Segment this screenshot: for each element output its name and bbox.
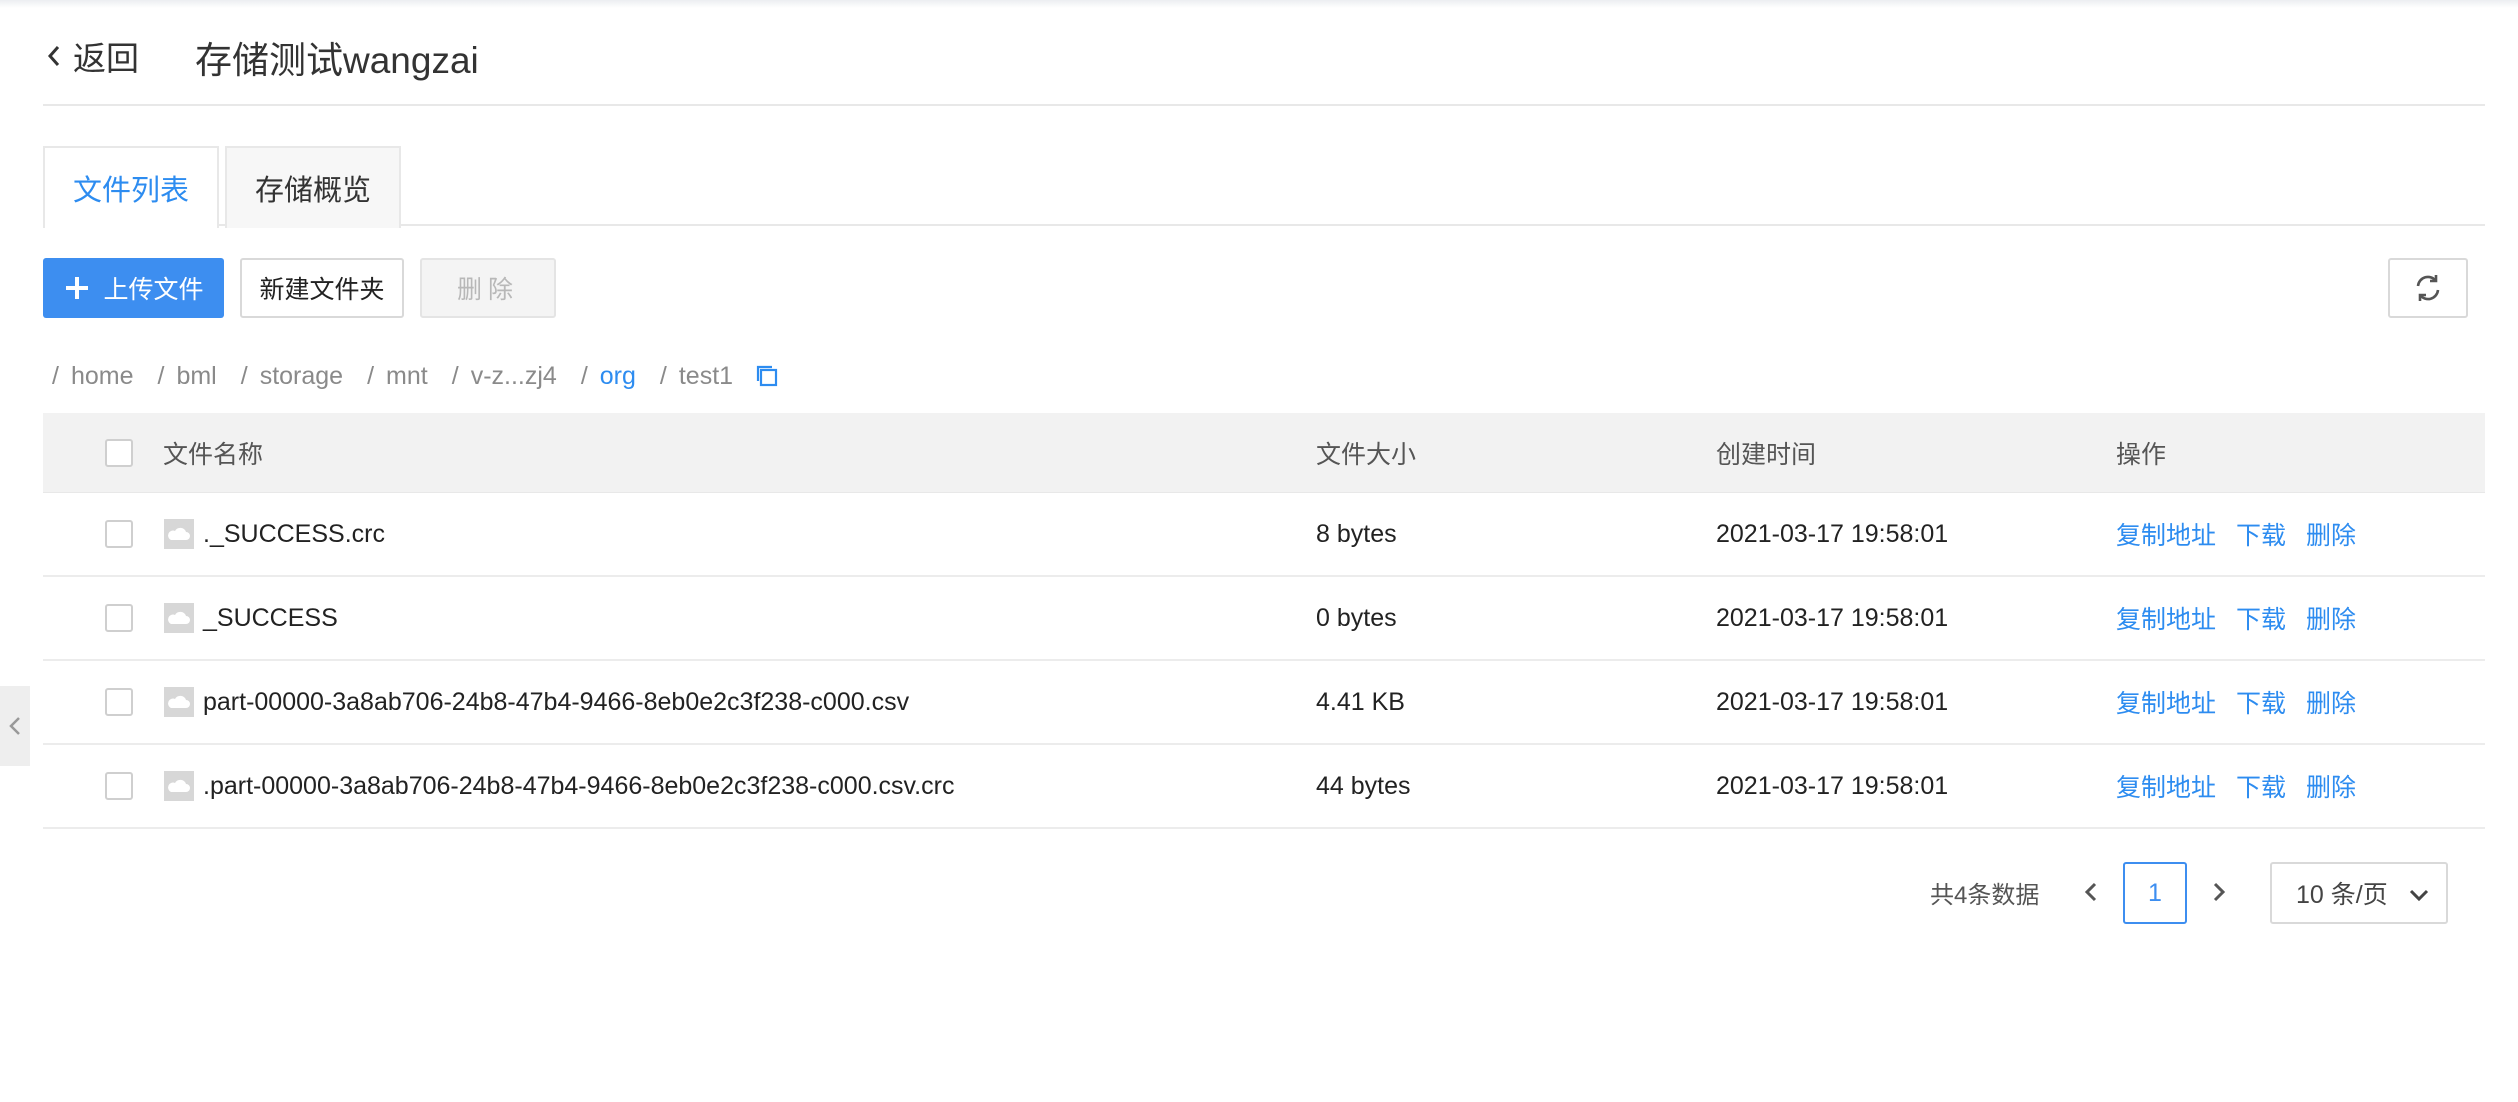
delete-link[interactable]: 删除 — [2306, 768, 2356, 804]
delete-link[interactable]: 删除 — [2306, 600, 2356, 636]
new-folder-button[interactable]: 新建文件夹 — [240, 258, 404, 318]
pagination-page-current[interactable]: 1 — [2123, 862, 2187, 924]
file-table: 文件名称 文件大小 创建时间 操作 ._SUCCESS.crc 8 bytes … — [43, 413, 2485, 829]
column-header-name: 文件名称 — [163, 440, 264, 469]
tab-storage-overview[interactable]: 存储概览 — [225, 146, 401, 228]
chevron-right-icon[interactable] — [2206, 872, 2232, 912]
breadcrumb-item[interactable]: / org — [581, 362, 636, 391]
refresh-icon — [2416, 275, 2440, 301]
upload-file-label: 上传文件 — [103, 276, 204, 304]
refresh-button[interactable] — [2388, 258, 2468, 318]
column-header-size: 文件大小 — [1316, 440, 1417, 469]
table-row: _SUCCESS 0 bytes 2021-03-17 19:58:01 复制地… — [43, 577, 2485, 661]
download-link[interactable]: 下载 — [2236, 600, 2286, 636]
table-row: part-00000-3a8ab706-24b8-47b4-9466-8eb0e… — [43, 661, 2485, 745]
file-name[interactable]: .part-00000-3a8ab706-24b8-47b4-9466-8eb0… — [203, 772, 954, 801]
copy-address-link[interactable]: 复制地址 — [2116, 516, 2216, 552]
breadcrumb-item-current: / test1 — [659, 361, 734, 390]
page-title: 存储测试wangzai — [195, 40, 479, 81]
copy-address-link[interactable]: 复制地址 — [2116, 600, 2216, 636]
table-header: 文件名称 文件大小 创建时间 操作 — [43, 413, 2485, 493]
table-row: ._SUCCESS.crc 8 bytes 2021-03-17 19:58:0… — [43, 493, 2485, 577]
row-checkbox[interactable] — [105, 520, 133, 548]
breadcrumb: / home / bml / storage / mnt / v-z...zj4 /org… — [52, 356, 781, 396]
download-link[interactable]: 下载 — [2236, 684, 2286, 720]
chevron-left-icon — [9, 717, 20, 735]
file-name[interactable]: part-00000-3a8ab706-24b8-47b4-9466-8eb0e… — [203, 688, 909, 717]
back-button[interactable]: 返回 — [43, 32, 139, 80]
breadcrumb-item[interactable]: / v-z...zj4 — [452, 362, 557, 391]
sidebar-collapse-handle[interactable] — [0, 686, 30, 766]
row-checkbox[interactable] — [105, 772, 133, 800]
download-link[interactable]: 下载 — [2236, 768, 2286, 804]
breadcrumb-item[interactable]: / storage — [241, 362, 343, 391]
page-size-value: 10 条/页 — [2296, 881, 2388, 909]
chevron-down-icon — [2409, 889, 2429, 902]
page-size-select[interactable]: 10 条/页 — [2270, 862, 2448, 924]
file-name[interactable]: _SUCCESS — [203, 604, 338, 633]
copy-address-link[interactable]: 复制地址 — [2116, 684, 2216, 720]
pagination-total: 共4条数据 — [1930, 882, 2040, 909]
cloud-file-icon — [164, 519, 194, 549]
row-checkbox[interactable] — [105, 604, 133, 632]
breadcrumb-item[interactable]: / mnt — [367, 362, 428, 391]
file-size: 4.41 KB — [1316, 687, 1405, 716]
cloud-file-icon — [164, 771, 194, 801]
file-name[interactable]: ._SUCCESS.crc — [203, 520, 385, 549]
tab-bar: 文件列表 存储概览 — [43, 146, 2485, 228]
cloud-file-icon — [164, 687, 194, 717]
upload-file-button[interactable]: 上传文件 — [43, 258, 224, 318]
breadcrumb-item[interactable]: / bml — [158, 362, 217, 391]
cloud-file-icon — [164, 603, 194, 633]
copy-address-link[interactable]: 复制地址 — [2116, 768, 2216, 804]
delete-button[interactable]: 删除 — [420, 258, 556, 318]
download-link[interactable]: 下载 — [2236, 516, 2286, 552]
breadcrumb-item[interactable]: / home — [52, 362, 134, 391]
file-size: 0 bytes — [1316, 603, 1397, 632]
chevron-left-icon — [47, 46, 60, 66]
file-created-time: 2021-03-17 19:58:01 — [1716, 687, 1949, 716]
column-header-ops: 操作 — [2116, 440, 2167, 469]
file-size: 44 bytes — [1316, 771, 1411, 800]
file-created-time: 2021-03-17 19:58:01 — [1716, 603, 1949, 632]
file-size: 8 bytes — [1316, 519, 1397, 548]
delete-link[interactable]: 删除 — [2306, 516, 2356, 552]
chevron-left-icon[interactable] — [2078, 872, 2104, 912]
column-header-created: 创建时间 — [1716, 440, 1817, 469]
file-created-time: 2021-03-17 19:58:01 — [1716, 519, 1949, 548]
file-created-time: 2021-03-17 19:58:01 — [1716, 771, 1949, 800]
delete-link[interactable]: 删除 — [2306, 684, 2356, 720]
plus-icon — [66, 277, 89, 299]
row-checkbox[interactable] — [105, 688, 133, 716]
select-all-checkbox[interactable] — [105, 438, 133, 467]
tab-file-list[interactable]: 文件列表 — [43, 146, 219, 228]
top-shadow — [0, 0, 2518, 8]
page-header: 返回 存储测试wangzai — [43, 22, 2485, 106]
back-label: 返回 — [73, 40, 139, 77]
table-row: .part-00000-3a8ab706-24b8-47b4-9466-8eb0… — [43, 745, 2485, 829]
copy-icon[interactable] — [753, 362, 781, 390]
